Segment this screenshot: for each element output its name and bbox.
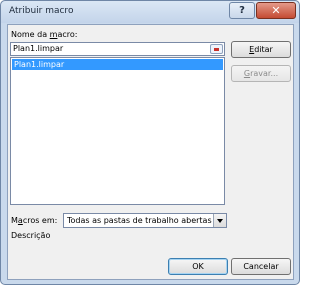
macro-name-input[interactable]: Plan1.limpar bbox=[10, 42, 225, 56]
title-bar[interactable]: Atribuir macro ? ✕ bbox=[1, 1, 299, 23]
dialog-window: Atribuir macro ? ✕ Nome da macro: Plan1.… bbox=[0, 0, 300, 285]
macros-in-select[interactable]: Todas as pastas de trabalho abertas bbox=[63, 213, 227, 228]
macros-in-label-part: cros em: bbox=[22, 216, 58, 225]
macro-name-label: Nome da macro: bbox=[11, 30, 77, 39]
chevron-down-icon[interactable] bbox=[213, 214, 226, 227]
dialog-title: Atribuir macro bbox=[9, 6, 74, 16]
cancel-button[interactable]: Cancelar bbox=[231, 258, 291, 275]
description-label: Descrição bbox=[11, 231, 51, 240]
edit-label-part: ditar bbox=[254, 45, 273, 54]
list-item[interactable]: Plan1.limpar bbox=[12, 59, 223, 70]
macros-in-label-part: M bbox=[11, 216, 18, 225]
record-button[interactable]: Gravar... bbox=[231, 65, 291, 82]
range-select-icon[interactable] bbox=[210, 44, 223, 54]
dialog-body: Nome da macro: Plan1.limpar Plan1.limpar… bbox=[7, 24, 294, 280]
macro-name-label-part: acro: bbox=[57, 30, 78, 39]
macro-name-value: Plan1.limpar bbox=[13, 44, 64, 53]
record-label-part: ravar... bbox=[250, 69, 279, 78]
ok-button[interactable]: OK bbox=[168, 258, 228, 275]
close-icon: ✕ bbox=[271, 4, 281, 17]
close-button[interactable]: ✕ bbox=[256, 2, 296, 19]
edit-button[interactable]: Editar bbox=[231, 41, 291, 58]
help-button[interactable]: ? bbox=[229, 2, 255, 19]
description-text bbox=[10, 243, 290, 253]
macro-name-label-part: Nome da bbox=[11, 30, 50, 39]
macros-in-value: Todas as pastas de trabalho abertas bbox=[67, 216, 212, 225]
question-mark-icon: ? bbox=[239, 5, 245, 16]
macros-in-label: Macros em: bbox=[11, 216, 57, 225]
macro-list[interactable]: Plan1.limpar bbox=[10, 57, 225, 205]
